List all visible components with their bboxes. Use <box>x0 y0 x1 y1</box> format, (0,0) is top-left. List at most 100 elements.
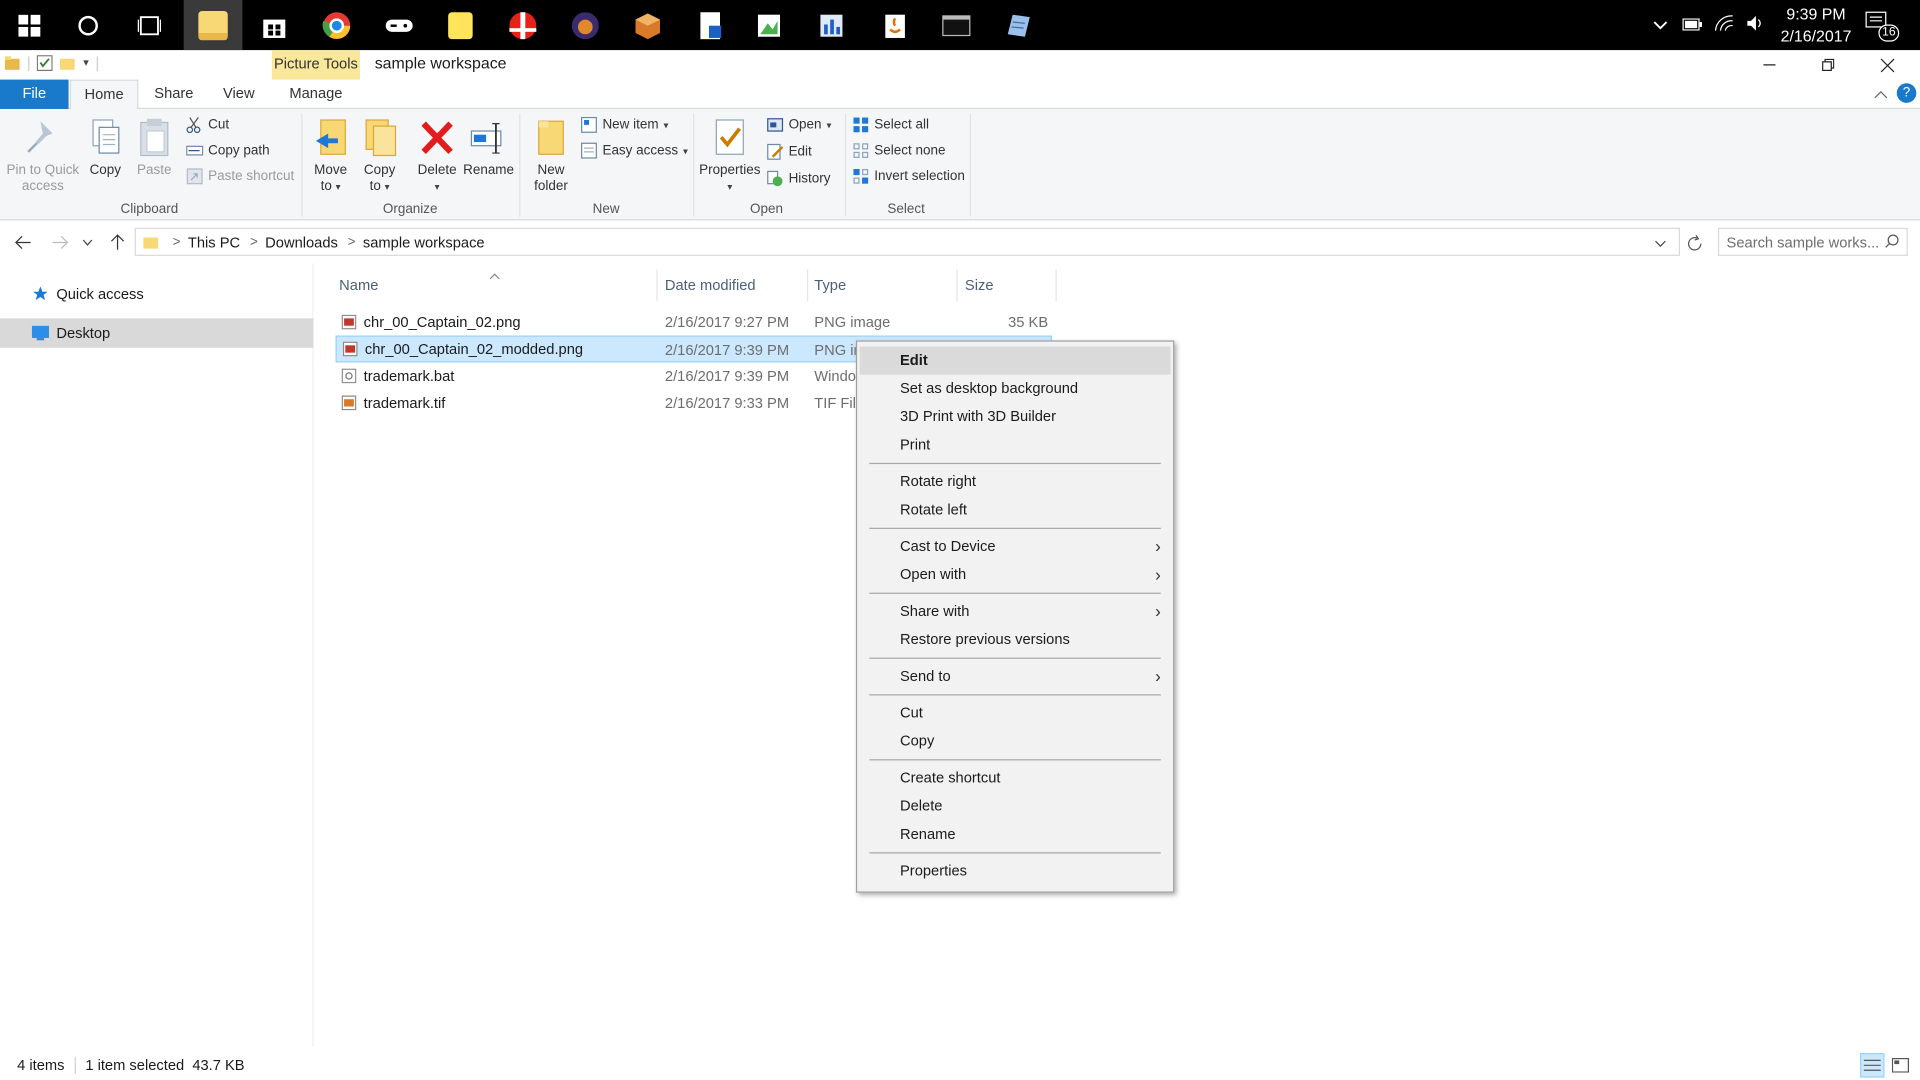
refresh-icon[interactable] <box>1681 230 1708 257</box>
menu-item-rotate-right[interactable]: Rotate right <box>860 468 1171 496</box>
cut-button[interactable]: Cut <box>186 113 229 137</box>
java-icon[interactable] <box>866 0 925 50</box>
forward-arrow-icon[interactable] <box>47 229 74 256</box>
properties-check-icon[interactable] <box>36 55 53 72</box>
menu-item-cast-to-device[interactable]: Cast to Device › <box>860 533 1171 561</box>
menu-item-cut[interactable]: Cut <box>860 699 1171 727</box>
new-item-button[interactable]: New item ▾ <box>580 113 668 137</box>
properties-button[interactable]: Properties ▾ <box>697 114 763 195</box>
new-folder-button[interactable]: New folder <box>524 114 578 195</box>
nav-item-desktop[interactable]: Desktop <box>0 318 314 348</box>
breadcrumb-downloads[interactable]: Downloads <box>265 233 338 250</box>
move-to-button[interactable]: Move to ▾ <box>304 114 358 195</box>
collapse-ribbon-icon[interactable] <box>1873 84 1888 105</box>
up-arrow-icon[interactable] <box>104 229 131 256</box>
paste-shortcut-button[interactable]: Paste shortcut <box>186 164 294 188</box>
chart-app-icon[interactable] <box>802 0 861 50</box>
menu-item-edit[interactable]: Edit <box>859 346 1171 375</box>
history-button[interactable]: History <box>767 167 830 191</box>
nav-item-quick-access[interactable]: Quick access <box>0 279 313 308</box>
game-app-icon[interactable] <box>556 0 615 50</box>
column-divider[interactable] <box>806 269 809 302</box>
new-folder-icon[interactable] <box>60 55 76 71</box>
menu-item-print[interactable]: Print <box>860 431 1171 459</box>
paste-button[interactable]: Paste <box>127 114 181 179</box>
close-button[interactable] <box>1859 50 1915 79</box>
store-icon[interactable] <box>245 0 304 50</box>
volume-icon[interactable] <box>1746 15 1766 36</box>
rename-button[interactable]: Rename <box>462 114 516 179</box>
invert-selection-button[interactable]: Invert selection <box>852 164 965 188</box>
delete-button[interactable]: Delete ▾ <box>410 114 464 195</box>
menu-item-delete[interactable]: Delete <box>860 792 1171 820</box>
menu-item-send-to[interactable]: Send to › <box>860 662 1171 690</box>
menu-item-create-shortcut[interactable]: Create shortcut <box>860 764 1171 792</box>
pin-to-quick-access-button[interactable]: Pin to Quick access <box>5 114 81 195</box>
address-bar[interactable]: > This PC > Downloads > sample workspace <box>134 227 1681 256</box>
breadcrumb-this-pc[interactable]: This PC <box>188 233 240 250</box>
tab-home[interactable]: Home <box>69 79 139 111</box>
select-all-button[interactable]: Select all <box>852 113 929 137</box>
open-button[interactable]: Open ▾ <box>767 113 831 137</box>
menu-item-set-desktop-background[interactable]: Set as desktop background <box>860 375 1171 403</box>
large-icons-view-icon[interactable] <box>1888 1053 1912 1077</box>
wifi-icon[interactable] <box>1714 15 1734 36</box>
menu-item-restore-previous-versions[interactable]: Restore previous versions <box>860 626 1171 654</box>
menu-item-properties[interactable]: Properties <box>860 857 1171 885</box>
edit-button[interactable]: Edit <box>767 140 812 164</box>
address-dropdown-icon[interactable] <box>1654 234 1666 251</box>
file-row[interactable]: chr_00_Captain_02.png 2/16/2017 9:27 PM … <box>336 309 1052 336</box>
search-input[interactable]: Search sample works... <box>1717 227 1908 256</box>
image-editor-icon[interactable] <box>740 0 799 50</box>
menu-item-open-with[interactable]: Open with › <box>860 561 1171 589</box>
column-header-date-modified[interactable]: Date modified <box>665 272 806 299</box>
chevron-up-icon[interactable] <box>1653 16 1668 34</box>
chrome-icon[interactable] <box>307 0 366 50</box>
column-divider[interactable] <box>956 269 958 302</box>
notepad-icon[interactable] <box>989 0 1048 50</box>
column-header-name[interactable]: Name <box>339 272 651 299</box>
menu-item-share-with[interactable]: Share with › <box>860 598 1171 626</box>
cortana-search-icon[interactable] <box>59 0 118 50</box>
file-explorer-icon[interactable] <box>183 0 243 51</box>
tab-view[interactable]: View <box>208 80 269 109</box>
battery-icon[interactable] <box>1682 16 1703 34</box>
breadcrumb-chevron-icon[interactable]: > <box>348 234 356 249</box>
copy-path-button[interactable]: Copy path <box>186 138 270 162</box>
menu-item-rotate-left[interactable]: Rotate left <box>860 496 1171 524</box>
easy-access-button[interactable]: Easy access ▾ <box>580 138 688 162</box>
tab-manage[interactable]: Manage <box>272 80 360 109</box>
sticky-notes-icon[interactable] <box>431 0 490 50</box>
task-view-icon[interactable] <box>120 0 179 50</box>
menu-item-3d-print[interactable]: 3D Print with 3D Builder <box>860 403 1171 431</box>
menu-item-rename[interactable]: Rename <box>860 820 1171 848</box>
copy-to-button[interactable]: Copy to ▾ <box>353 114 407 195</box>
clock[interactable]: 9:39 PM 2/16/2017 <box>1781 4 1852 48</box>
details-view-icon[interactable] <box>1860 1053 1885 1078</box>
breadcrumb-chevron-icon[interactable]: > <box>173 234 181 249</box>
tab-share[interactable]: Share <box>142 80 206 109</box>
menu-item-copy[interactable]: Copy <box>860 727 1171 755</box>
column-divider[interactable] <box>656 269 658 302</box>
qat-dropdown-icon[interactable]: ▾ <box>83 56 89 69</box>
document-app-icon[interactable] <box>681 0 740 50</box>
minimize-button[interactable] <box>1741 50 1797 79</box>
recent-locations-chevron-icon[interactable] <box>78 229 95 256</box>
windows-start-icon[interactable] <box>0 0 59 50</box>
column-header-size[interactable]: Size <box>965 272 1051 299</box>
game-controller-icon[interactable] <box>370 0 429 50</box>
terminal-icon[interactable] <box>927 0 986 50</box>
help-icon[interactable]: ? <box>1896 83 1917 103</box>
action-center-icon[interactable]: 16 <box>1864 10 1901 42</box>
column-divider[interactable] <box>1055 269 1057 302</box>
select-none-button[interactable]: Select none <box>852 138 945 162</box>
back-arrow-icon[interactable] <box>10 229 37 256</box>
breadcrumb-chevron-icon[interactable]: > <box>250 234 258 249</box>
smash-app-icon[interactable] <box>493 0 552 50</box>
restore-button[interactable] <box>1800 50 1856 79</box>
box-app-icon[interactable] <box>618 0 677 50</box>
column-header-type[interactable]: Type <box>814 272 955 299</box>
breadcrumb-sample-workspace[interactable]: sample workspace <box>363 233 485 250</box>
tab-file[interactable]: File <box>0 79 69 109</box>
copy-button[interactable]: Copy <box>78 114 132 179</box>
